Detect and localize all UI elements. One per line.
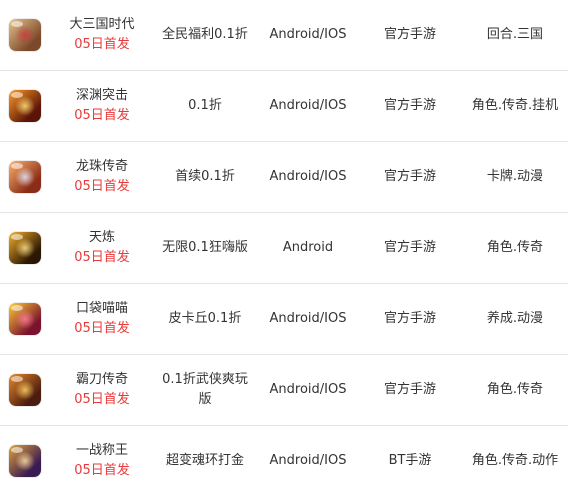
- icon-cell: [0, 213, 50, 283]
- genre-cell: 回合.三国: [486, 27, 544, 42]
- platform-cell: Android/IOS: [269, 98, 347, 113]
- genre-cell: 角色.传奇.动作: [471, 453, 559, 468]
- icon-cell: [0, 284, 50, 354]
- name-cell: 大三国时代 05日首发: [52, 0, 152, 70]
- icon-cell: [0, 71, 50, 141]
- icon-cell: [0, 142, 50, 212]
- name-cell: 天炼 05日首发: [52, 213, 152, 283]
- game-icon-sword-fire[interactable]: [9, 90, 41, 122]
- game-name-link[interactable]: 口袋喵喵: [76, 299, 128, 319]
- game-name-link[interactable]: 一战称王: [76, 441, 128, 461]
- promo-cell: 无限0.1狂嗨版: [162, 240, 248, 255]
- genre-cell: 角色.传奇: [486, 240, 544, 255]
- platform-cell: Android: [282, 240, 334, 255]
- type-cell: BT手游: [388, 453, 432, 468]
- genre-cell: 养成.动漫: [486, 311, 544, 326]
- promo-cell: 0.1折武侠爽玩版: [162, 372, 248, 407]
- table-row[interactable]: 一战称王 05日首发 超变魂环打金 Android/IOS BT手游 角色.传奇…: [0, 426, 568, 497]
- game-icon-anime-hero[interactable]: [9, 161, 41, 193]
- name-cell: 口袋喵喵 05日首发: [52, 284, 152, 354]
- platform-cell: Android/IOS: [269, 382, 347, 397]
- promo-cell: 全民福利0.1折: [162, 27, 248, 42]
- platform-cell: Android/IOS: [269, 27, 347, 42]
- game-name-link[interactable]: 天炼: [89, 228, 115, 248]
- game-icon-cat[interactable]: [9, 303, 41, 335]
- table-row[interactable]: 龙珠传奇 05日首发 首续0.1折 Android/IOS 官方手游 卡牌.动漫: [0, 142, 568, 213]
- name-cell: 一战称王 05日首发: [52, 426, 152, 496]
- game-icon-gold-emblem[interactable]: [9, 232, 41, 264]
- genre-cell: 角色.传奇.挂机: [471, 98, 559, 113]
- type-cell: 官方手游: [383, 240, 436, 255]
- name-cell: 深渊突击 05日首发: [52, 71, 152, 141]
- game-icon-crown-warrior[interactable]: [9, 445, 41, 477]
- genre-cell: 卡牌.动漫: [486, 169, 544, 184]
- promo-cell: 首续0.1折: [175, 169, 235, 184]
- type-cell: 官方手游: [383, 98, 436, 113]
- game-name-link[interactable]: 大三国时代: [69, 15, 134, 35]
- release-date: 05日首发: [74, 37, 130, 52]
- promo-cell: 0.1折: [188, 98, 222, 113]
- table-row[interactable]: 大三国时代 05日首发 全民福利0.1折 Android/IOS 官方手游 回合…: [0, 0, 568, 71]
- game-name-link[interactable]: 龙珠传奇: [76, 157, 128, 177]
- genre-cell: 角色.传奇: [486, 382, 544, 397]
- game-release-table: 大三国时代 05日首发 全民福利0.1折 Android/IOS 官方手游 回合…: [0, 0, 568, 497]
- game-name-link[interactable]: 霸刀传奇: [76, 370, 128, 390]
- release-date: 05日首发: [74, 463, 130, 478]
- name-cell: 霸刀传奇 05日首发: [52, 355, 152, 425]
- icon-cell: [0, 0, 50, 70]
- type-cell: 官方手游: [383, 27, 436, 42]
- game-icon-blade[interactable]: [9, 374, 41, 406]
- icon-cell: [0, 355, 50, 425]
- type-cell: 官方手游: [383, 311, 436, 326]
- type-cell: 官方手游: [383, 382, 436, 397]
- game-name-link[interactable]: 深渊突击: [76, 86, 128, 106]
- promo-cell: 超变魂环打金: [165, 453, 244, 468]
- promo-cell: 皮卡丘0.1折: [168, 311, 242, 326]
- table-row[interactable]: 深渊突击 05日首发 0.1折 Android/IOS 官方手游 角色.传奇.挂…: [0, 71, 568, 142]
- table-row[interactable]: 口袋喵喵 05日首发 皮卡丘0.1折 Android/IOS 官方手游 养成.动…: [0, 284, 568, 355]
- table-row[interactable]: 霸刀传奇 05日首发 0.1折武侠爽玩版 Android/IOS 官方手游 角色…: [0, 355, 568, 426]
- release-date: 05日首发: [74, 321, 130, 336]
- name-cell: 龙珠传奇 05日首发: [52, 142, 152, 212]
- game-icon-warrior[interactable]: [9, 19, 41, 51]
- platform-cell: Android/IOS: [269, 453, 347, 468]
- icon-cell: [0, 426, 50, 496]
- release-date: 05日首发: [74, 108, 130, 123]
- release-date: 05日首发: [74, 179, 130, 194]
- release-date: 05日首发: [74, 250, 130, 265]
- release-date: 05日首发: [74, 392, 130, 407]
- table-row[interactable]: 天炼 05日首发 无限0.1狂嗨版 Android 官方手游 角色.传奇: [0, 213, 568, 284]
- platform-cell: Android/IOS: [269, 169, 347, 184]
- type-cell: 官方手游: [383, 169, 436, 184]
- platform-cell: Android/IOS: [269, 311, 347, 326]
